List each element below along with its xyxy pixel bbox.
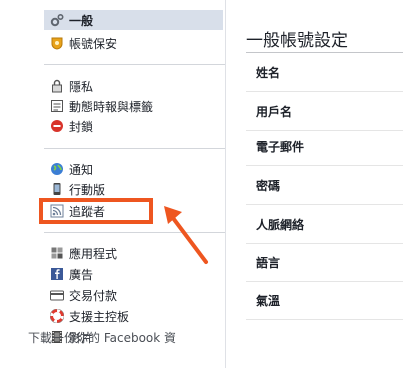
rss-feed-icon [50, 204, 64, 218]
sidebar-item-general[interactable]: 一般 [44, 10, 223, 30]
download-copy-link[interactable]: 下載一份你的 Facebook 資 [28, 329, 176, 346]
sidebar-item-label: 行動版 [69, 182, 106, 197]
sidebar-item-label: 交易付款 [69, 288, 118, 303]
padlock-icon [50, 79, 64, 93]
settings-main-panel: 一般帳號設定 姓名 用戶名 電子郵件 密碼 人脈網絡 語言 氣溫 [226, 0, 403, 368]
setting-label: 氣溫 [256, 293, 281, 308]
setting-row-networks[interactable]: 人脈網絡 [246, 205, 403, 244]
mobile-phone-icon [50, 182, 64, 196]
sidebar-item-label: 支援主控板 [69, 309, 130, 324]
setting-row-username[interactable]: 用戶名 [246, 92, 403, 131]
sidebar-item-label: 帳號保安 [69, 36, 118, 51]
settings-sidebar: 一般 帳號保安 隱私 動態時報與標籤 封鎖 通知 行動版 追蹤者 應用程式 廣告… [0, 0, 225, 368]
setting-label: 用戶名 [256, 104, 293, 119]
annotation-arrow-icon [164, 206, 208, 264]
apps-cube-icon [50, 246, 64, 260]
setting-row-password[interactable]: 密碼 [246, 166, 403, 205]
sidebar-item-payments[interactable]: 交易付款 [44, 285, 223, 305]
sidebar-item-label: 封鎖 [69, 119, 94, 134]
setting-row-email[interactable]: 電子郵件 [246, 127, 403, 166]
sidebar-item-label: 廣告 [69, 267, 94, 282]
sidebar-item-label: 追蹤者 [69, 204, 106, 219]
setting-label: 語言 [256, 255, 281, 270]
setting-label: 電子郵件 [256, 139, 305, 154]
setting-label: 密碼 [256, 178, 281, 193]
sidebar-item-label: 通知 [69, 162, 94, 177]
setting-label: 人脈網絡 [256, 217, 305, 232]
sidebar-item-account-security[interactable]: 帳號保安 [44, 33, 223, 53]
sidebar-item-label: 隱私 [69, 79, 94, 94]
gear-icon [50, 13, 64, 27]
sidebar-item-label: 動態時報與標籤 [69, 99, 154, 114]
sidebar-divider [44, 64, 225, 65]
setting-row-temperature[interactable]: 氣溫 [246, 281, 403, 320]
timeline-icon [50, 99, 64, 113]
shield-badge-icon [50, 36, 64, 50]
setting-row-language[interactable]: 語言 [246, 243, 403, 282]
sidebar-divider [44, 148, 225, 149]
ads-icon [50, 267, 64, 281]
sidebar-item-timeline-tagging[interactable]: 動態時報與標籤 [44, 96, 223, 116]
credit-card-icon [50, 288, 64, 302]
block-icon [50, 119, 64, 133]
lifebuoy-icon [50, 309, 64, 323]
page-title: 一般帳號設定 [246, 31, 348, 52]
sidebar-item-blocking[interactable]: 封鎖 [44, 116, 223, 136]
globe-icon [50, 162, 64, 176]
setting-row-name[interactable]: 姓名 [246, 53, 403, 92]
sidebar-item-mobile[interactable]: 行動版 [44, 179, 223, 199]
setting-label: 姓名 [256, 65, 281, 80]
sidebar-item-notifications[interactable]: 通知 [44, 159, 223, 179]
sidebar-item-label: 一般 [69, 13, 94, 28]
sidebar-item-support-dashboard[interactable]: 支援主控板 [44, 306, 223, 326]
sidebar-item-privacy[interactable]: 隱私 [44, 76, 223, 96]
sidebar-item-label: 應用程式 [69, 246, 118, 261]
